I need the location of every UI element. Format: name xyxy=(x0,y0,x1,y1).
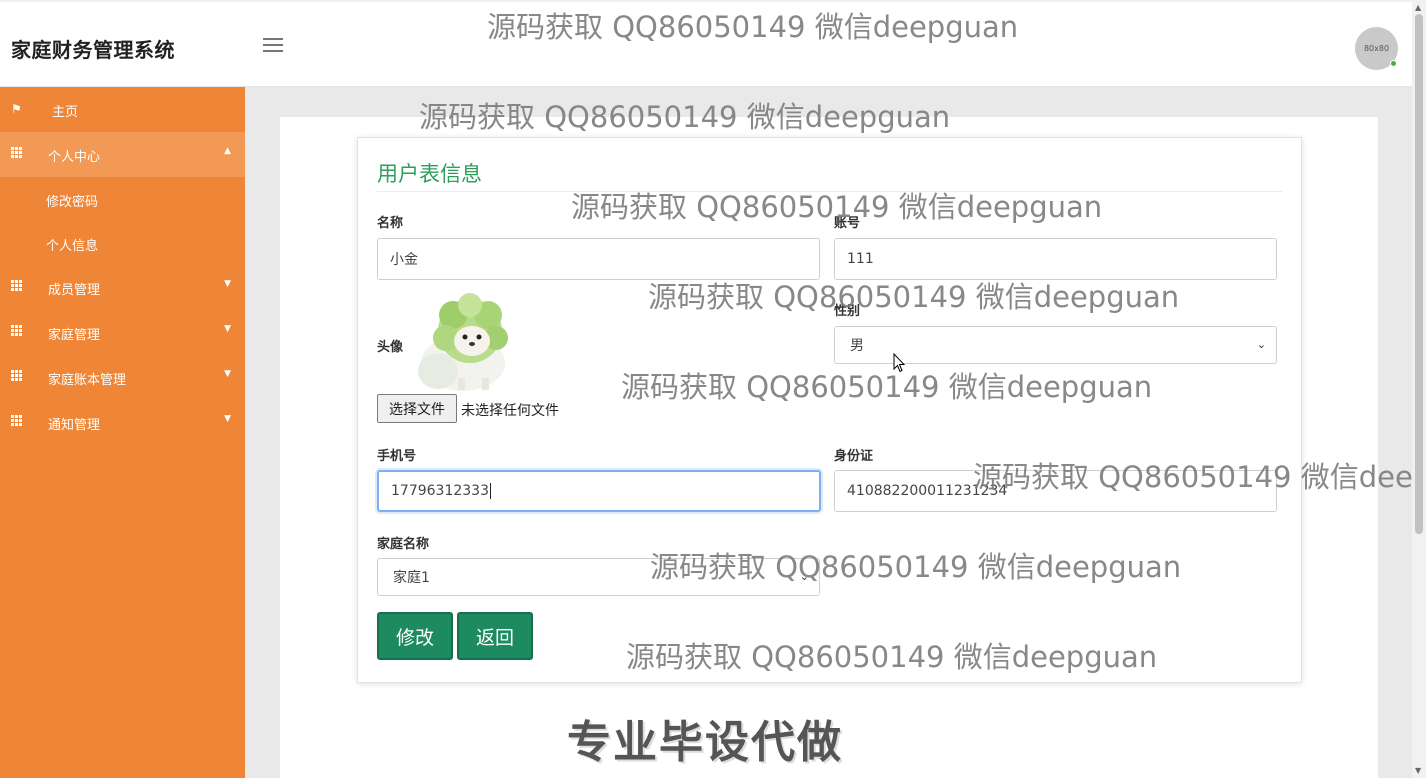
top-header: 家庭财务管理系统 80x80 xyxy=(0,0,1412,87)
text-cursor xyxy=(489,483,491,499)
sidebar-subitem-personal-info[interactable]: 个人信息 xyxy=(0,221,245,265)
id-card-value: 410882200011231234 xyxy=(847,483,1008,499)
sidebar-item-personal-center[interactable]: 个人中心 ▲ xyxy=(0,132,245,177)
chevron-down-icon: ▼ xyxy=(224,369,231,379)
chevron-down-icon: ▼ xyxy=(224,324,231,334)
file-status-text: 未选择任何文件 xyxy=(461,403,559,419)
family-selected-value: 家庭1 xyxy=(393,570,430,586)
family-name-select[interactable]: 家庭1 ⌄ xyxy=(377,558,820,596)
mouse-pointer-icon xyxy=(893,353,905,373)
name-field[interactable]: 小金 xyxy=(377,238,820,280)
user-info-form-card: 用户表信息 名称 小金 账号 111 头像 选择文件 未选择任何文件 性别 男 … xyxy=(357,137,1302,683)
chevron-down-icon: ⌄ xyxy=(799,570,809,583)
grid-icon xyxy=(11,325,22,336)
avatar-label: 头像 xyxy=(377,340,404,355)
sidebar-item-label: 主页 xyxy=(52,105,79,120)
sidebar-item-member-management[interactable]: 成员管理 ▼ xyxy=(0,265,245,310)
hamburger-menu-icon[interactable] xyxy=(263,38,283,56)
sidebar-item-label: 成员管理 xyxy=(48,283,101,298)
id-card-field[interactable]: 410882200011231234 xyxy=(834,470,1277,512)
phone-field[interactable]: 17796312333 xyxy=(377,470,821,512)
phone-label: 手机号 xyxy=(377,449,417,464)
app-title: 家庭财务管理系统 xyxy=(11,38,175,62)
choose-file-button[interactable]: 选择文件 xyxy=(377,394,457,423)
form-title: 用户表信息 xyxy=(377,162,482,186)
scroll-up-icon[interactable]: ▲ xyxy=(1415,3,1421,12)
sidebar-item-notice-management[interactable]: 通知管理 ▼ xyxy=(0,400,245,445)
sidebar-subitem-label: 修改密码 xyxy=(46,195,99,210)
family-name-label: 家庭名称 xyxy=(377,537,430,552)
sidebar-subitem-label: 个人信息 xyxy=(46,239,99,254)
sidebar-item-label: 家庭账本管理 xyxy=(48,373,127,388)
sidebar-item-label: 通知管理 xyxy=(48,418,101,433)
back-button[interactable]: 返回 xyxy=(457,612,533,660)
user-avatar[interactable]: 80x80 xyxy=(1355,27,1398,70)
sidebar-item-ledger-management[interactable]: 家庭账本管理 ▼ xyxy=(0,355,245,400)
gender-selected-value: 男 xyxy=(850,338,864,354)
sidebar-subitem-change-password[interactable]: 修改密码 xyxy=(0,177,245,221)
name-label: 名称 xyxy=(377,216,404,231)
grid-icon xyxy=(11,280,22,291)
id-card-label: 身份证 xyxy=(834,449,874,464)
gender-label: 性别 xyxy=(834,304,861,319)
phone-value: 17796312333 xyxy=(391,483,489,499)
grid-icon xyxy=(11,415,22,426)
sidebar-item-label: 个人中心 xyxy=(48,150,101,165)
account-field[interactable]: 111 xyxy=(834,238,1277,280)
chevron-up-icon: ▲ xyxy=(224,146,231,156)
sidebar-item-home[interactable]: ⚑ 主页 xyxy=(0,87,245,132)
account-value: 111 xyxy=(847,251,874,267)
online-status-dot xyxy=(1390,60,1397,67)
title-divider xyxy=(377,191,1282,192)
scroll-down-icon[interactable]: ▼ xyxy=(1415,766,1421,775)
promo-banner: 专业毕设代做 xyxy=(567,717,843,768)
grid-icon xyxy=(11,370,22,381)
submit-button[interactable]: 修改 xyxy=(377,612,453,660)
avatar-image xyxy=(418,293,508,391)
chevron-down-icon: ▼ xyxy=(224,414,231,424)
flag-icon: ⚑ xyxy=(11,102,22,116)
sidebar-item-family-management[interactable]: 家庭管理 ▼ xyxy=(0,310,245,355)
account-label: 账号 xyxy=(834,216,861,231)
avatar-placeholder-text: 80x80 xyxy=(1363,44,1390,53)
name-value: 小金 xyxy=(390,252,418,268)
sidebar: ⚑ 主页 个人中心 ▲ 修改密码 个人信息 成员管理 ▼ 家庭管理 ▼ 家庭账本… xyxy=(0,87,245,778)
chevron-down-icon: ⌄ xyxy=(1256,338,1266,351)
sidebar-item-label: 家庭管理 xyxy=(48,328,101,343)
grid-icon xyxy=(11,147,22,158)
page-scrollbar[interactable]: ▲ ▼ xyxy=(1412,0,1426,778)
scroll-thumb[interactable] xyxy=(1415,14,1423,534)
chevron-down-icon: ▼ xyxy=(224,279,231,289)
